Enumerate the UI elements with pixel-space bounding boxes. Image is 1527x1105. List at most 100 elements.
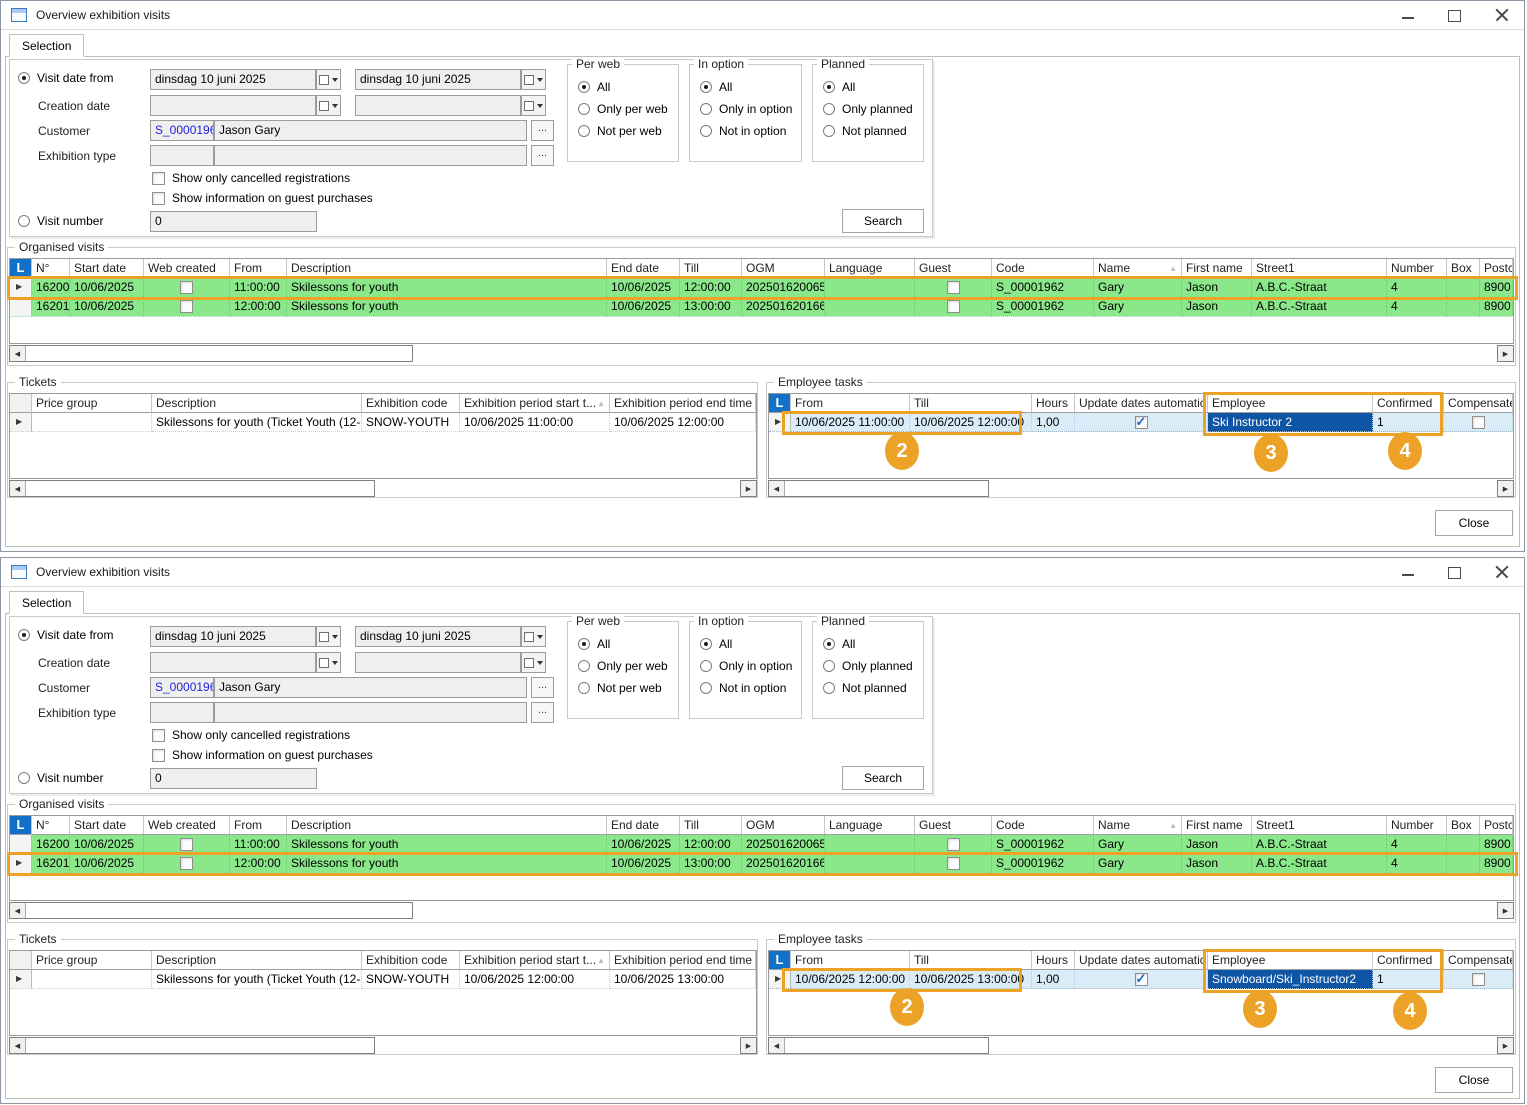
scroll-right-icon[interactable] [740, 1037, 757, 1054]
customer-browse-button[interactable]: ... [531, 677, 554, 698]
col-hours[interactable]: Hours [1032, 951, 1075, 970]
checkbox-icon[interactable] [1135, 973, 1148, 986]
col-end-date[interactable]: End date [607, 259, 680, 278]
ticket-row[interactable]: Skilessons for youth (Ticket Youth (12-.… [10, 970, 756, 989]
radio-icon[interactable] [18, 215, 30, 227]
col-compensated[interactable]: Compensated [1444, 394, 1513, 413]
col-task-from[interactable]: From [791, 951, 910, 970]
visit-row-16200[interactable]: 16200 10/06/2025 11:00:00 Skilessons for… [10, 835, 1513, 855]
row-selector[interactable] [10, 854, 32, 873]
col-guest[interactable]: Guest [915, 259, 992, 278]
col-box[interactable]: Box [1447, 816, 1480, 835]
planned-all-radio[interactable]: All [823, 637, 855, 651]
col-start-date[interactable]: Start date [70, 259, 144, 278]
radio-icon[interactable] [823, 682, 835, 694]
col-task-from[interactable]: From [791, 394, 910, 413]
col-guest[interactable]: Guest [915, 816, 992, 835]
checkbox-icon[interactable] [152, 749, 165, 762]
cell-employee-selected[interactable]: Ski Instructor 2 [1208, 413, 1373, 432]
visit-row-16201[interactable]: 16201 10/06/2025 12:00:00 Skilessons for… [10, 297, 1513, 317]
employee-task-row[interactable]: 10/06/2025 12:00:00 10/06/2025 13:00:00 … [769, 970, 1513, 989]
radio-icon[interactable] [578, 660, 590, 672]
col-description[interactable]: Description [287, 816, 607, 835]
minimize-icon[interactable] [1401, 564, 1415, 580]
col-hours[interactable]: Hours [1032, 394, 1075, 413]
col-first-name[interactable]: First name [1182, 816, 1252, 835]
radio-icon[interactable] [700, 125, 712, 137]
row-selector[interactable] [10, 970, 32, 989]
col-language[interactable]: Language [825, 259, 915, 278]
calendar-dropdown-button[interactable] [521, 652, 546, 673]
col-postcode[interactable]: Postcode [1480, 259, 1513, 278]
grid-corner-l[interactable]: L [769, 951, 791, 970]
exhibition-type-name-input[interactable] [214, 702, 527, 723]
col-description[interactable]: Description [287, 259, 607, 278]
col-ticket-description[interactable]: Description [152, 951, 362, 970]
radio-icon[interactable] [700, 81, 712, 93]
per-web-only-radio[interactable]: Only per web [578, 102, 668, 116]
visit-row-16200[interactable]: 16200 10/06/2025 11:00:00 Skilessons for… [10, 278, 1513, 298]
planned-only-radio[interactable]: Only planned [823, 659, 913, 673]
col-ogm[interactable]: OGM [742, 816, 825, 835]
close-icon[interactable] [1494, 564, 1510, 580]
col-till[interactable]: Till [680, 816, 742, 835]
maximize-icon[interactable] [1448, 10, 1461, 22]
col-price-group[interactable]: Price group [32, 951, 152, 970]
creation-date-from-input[interactable] [150, 95, 316, 116]
radio-icon[interactable] [578, 638, 590, 650]
col-first-name[interactable]: First name [1182, 259, 1252, 278]
scroll-left-icon[interactable] [10, 903, 26, 918]
search-button[interactable]: Search [842, 766, 924, 790]
customer-code-input[interactable]: S_00001962 [150, 120, 214, 141]
per-web-only-radio[interactable]: Only per web [578, 659, 668, 673]
employee-tasks-hscrollbar[interactable] [768, 480, 989, 497]
col-period-start-sorted[interactable]: Exhibition period start t... [460, 951, 610, 970]
col-employee[interactable]: Employee [1208, 394, 1373, 413]
col-code[interactable]: Code [992, 816, 1094, 835]
radio-icon[interactable] [578, 125, 590, 137]
radio-icon[interactable] [578, 103, 590, 115]
scroll-right-icon[interactable] [1497, 1037, 1514, 1054]
customer-name-input[interactable]: Jason Gary [214, 677, 527, 698]
grid-corner-l[interactable]: L [769, 394, 791, 413]
creation-date-to-input[interactable] [355, 652, 521, 673]
checkbox-icon[interactable] [180, 300, 193, 313]
col-ogm[interactable]: OGM [742, 259, 825, 278]
visit-number-input[interactable]: 0 [150, 211, 317, 232]
scroll-right-icon[interactable] [1497, 902, 1514, 919]
radio-icon[interactable] [578, 682, 590, 694]
scroll-left-icon[interactable] [10, 346, 26, 361]
tickets-hscrollbar[interactable] [9, 1037, 375, 1054]
col-task-till[interactable]: Till [910, 394, 1032, 413]
show-guest-purchases-checkbox[interactable]: Show information on guest purchases [152, 748, 373, 762]
exhibition-type-browse-button[interactable]: ... [531, 702, 554, 723]
maximize-icon[interactable] [1448, 567, 1461, 579]
checkbox-icon[interactable] [180, 838, 193, 851]
radio-icon[interactable] [700, 638, 712, 650]
row-selector[interactable] [10, 278, 32, 297]
row-selector[interactable] [769, 970, 791, 989]
checkbox-icon[interactable] [947, 300, 960, 313]
col-compensated[interactable]: Compensated [1444, 951, 1513, 970]
scroll-left-icon[interactable] [10, 1038, 26, 1053]
in-option-all-radio[interactable]: All [700, 637, 732, 651]
radio-icon[interactable] [823, 638, 835, 650]
visit-date-from-radio[interactable]: Visit date from [18, 71, 113, 85]
col-no[interactable]: N° [32, 816, 70, 835]
in-option-only-radio[interactable]: Only in option [700, 102, 792, 116]
radio-icon[interactable] [700, 660, 712, 672]
visit-number-input[interactable]: 0 [150, 768, 317, 789]
checkbox-icon[interactable] [947, 838, 960, 851]
creation-date-from-input[interactable] [150, 652, 316, 673]
col-no[interactable]: N° [32, 259, 70, 278]
checkbox-icon[interactable] [1472, 416, 1485, 429]
radio-icon[interactable] [578, 81, 590, 93]
show-only-cancelled-checkbox[interactable]: Show only cancelled registrations [152, 171, 350, 185]
in-option-not-radio[interactable]: Not in option [700, 124, 786, 138]
per-web-all-radio[interactable]: All [578, 80, 610, 94]
scroll-left-icon[interactable] [769, 481, 785, 496]
exhibition-type-name-input[interactable] [214, 145, 527, 166]
planned-all-radio[interactable]: All [823, 80, 855, 94]
col-street1[interactable]: Street1 [1252, 816, 1387, 835]
checkbox-icon[interactable] [152, 192, 165, 205]
